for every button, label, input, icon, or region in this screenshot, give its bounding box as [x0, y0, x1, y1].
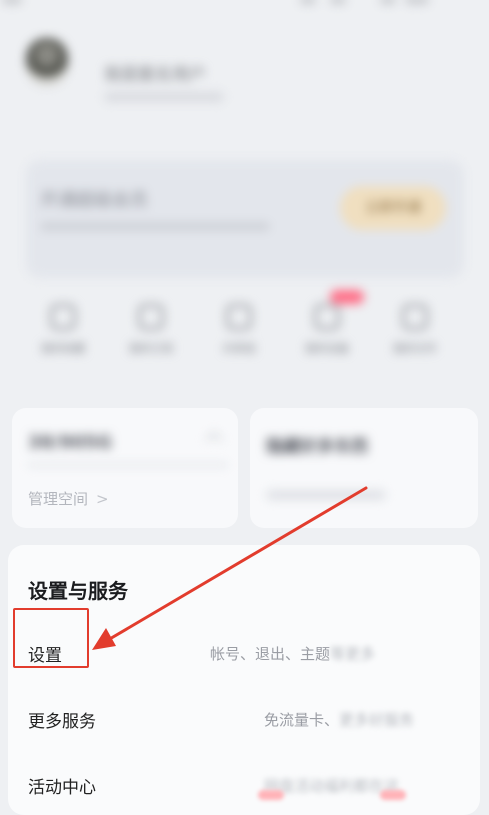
arrow-line — [106, 486, 368, 642]
annotation-arrow — [92, 486, 368, 650]
